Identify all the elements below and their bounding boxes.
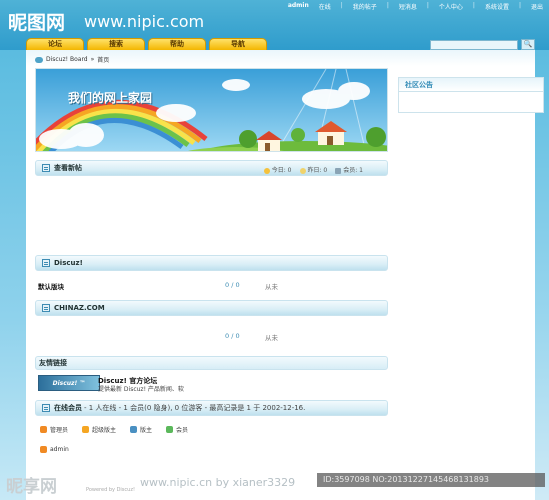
online-user-name[interactable]: admin: [50, 446, 69, 453]
search-icon[interactable]: 🔍: [521, 39, 535, 50]
footer-watermark-logo: 昵享网: [6, 477, 57, 497]
tab-help[interactable]: 帮助: [148, 38, 206, 50]
online-user-row: admin: [40, 446, 69, 453]
stat-members-label: 会员: 1: [343, 167, 363, 174]
legend-moderator-label: 版主: [140, 427, 153, 434]
legend-admin-label: 管理员: [50, 427, 69, 434]
chinaz-category-header: CHINAZ.COM: [35, 300, 388, 316]
new-posts-header: 查看新帖 今日: 0 昨日: 0 会员: 1: [35, 160, 388, 176]
top-navigation: admin 在线 | 我的帖子 | 短消息 | 个人中心 | 系统设置 | 退出: [288, 2, 543, 11]
topnav-online[interactable]: 在线: [319, 2, 331, 11]
breadcrumb-home[interactable]: Discuz! Board: [46, 56, 88, 63]
community-notice-panel: 社区公告: [398, 77, 544, 113]
main-content: Discuz! Board » 首页 我们的网上家园 社区公告 查看新帖 今日:…: [26, 50, 544, 500]
forum-name-default[interactable]: 默认版块: [38, 281, 64, 291]
discuz-category-title[interactable]: Discuz!: [54, 259, 83, 267]
forum-last-chinaz: 从未: [265, 334, 278, 342]
chinaz-category-title[interactable]: CHINAZ.COM: [54, 304, 105, 312]
member-user-icon: [166, 426, 174, 433]
topnav-logout[interactable]: 退出: [531, 2, 543, 11]
search-area: 🔍: [430, 39, 535, 50]
breadcrumb-separator: »: [90, 56, 95, 63]
role-legend: 管理员 超级版主 版主 会员: [40, 425, 188, 434]
banner-image: 我们的网上家园: [35, 68, 388, 152]
online-summary: - 1 人在线 - 1 会员(0 隐身), 0 位游客 - 最高记录是 1 于 …: [84, 404, 306, 412]
admin-user-icon: [40, 446, 47, 453]
topnav-profile[interactable]: 个人中心: [439, 2, 463, 11]
topnav-my-posts[interactable]: 我的帖子: [353, 2, 377, 11]
topnav-divider: |: [386, 2, 389, 9]
footer-copyright: Powered by Discuz!: [86, 487, 135, 493]
forum-stats: 今日: 0 昨日: 0 会员: 1: [263, 165, 363, 174]
legend-super-moderator: 超级版主: [82, 425, 116, 434]
legend-member-label: 会员: [176, 427, 189, 434]
stat-yesterday: 昨日: 0: [299, 165, 328, 174]
online-members-title[interactable]: 在线会员: [54, 403, 82, 413]
watermark-url: www.nipic.com: [84, 12, 205, 31]
breadcrumb-current: 首页: [97, 57, 110, 64]
legend-moderator: 版主: [130, 425, 152, 434]
tab-navigation[interactable]: 导航: [209, 38, 267, 50]
friend-link-logo[interactable]: Discuz! ™: [38, 375, 100, 391]
banner-title: 我们的网上家园: [68, 91, 153, 105]
topnav-username[interactable]: admin: [288, 2, 309, 11]
topnav-divider: |: [340, 2, 343, 9]
new-posts-link[interactable]: 查看新帖: [54, 163, 82, 173]
legend-member: 会员: [166, 425, 188, 434]
friend-links-header: 友情链接: [35, 356, 388, 370]
speech-bubble-icon: [35, 56, 43, 63]
legend-admin: 管理员: [40, 425, 68, 434]
banner-illustration: [36, 69, 387, 151]
topnav-settings[interactable]: 系统设置: [485, 2, 509, 11]
footer-watermark-url: www.nipic.cn by xianer3329: [140, 476, 296, 489]
topnav-messages[interactable]: 短消息: [399, 2, 417, 11]
footer-watermark: 昵享网 www.nipic.cn by xianer3329 ID:359709…: [0, 470, 549, 500]
legend-super-moderator-label: 超级版主: [92, 427, 117, 434]
document-icon: [42, 304, 50, 312]
stat-yesterday-label: 昨日: 0: [307, 167, 328, 174]
tab-search[interactable]: 搜索: [87, 38, 145, 50]
members-icon: [335, 167, 342, 174]
stat-today: 今日: 0: [263, 165, 292, 174]
document-icon: [42, 259, 50, 267]
moderator-user-icon: [130, 426, 138, 433]
sun-icon: [263, 167, 270, 174]
watermark-logo: 昵图网: [8, 12, 66, 34]
document-icon: [42, 404, 50, 412]
tab-forum[interactable]: 论坛: [26, 38, 84, 50]
forum-count-chinaz: 0 / 0: [225, 332, 240, 340]
topnav-divider: |: [518, 2, 521, 9]
main-navbar: 论坛 搜索 帮助 导航: [26, 38, 267, 50]
stat-members: 会员: 1: [335, 165, 363, 174]
discuz-category-header: Discuz!: [35, 255, 388, 271]
moon-icon: [299, 167, 306, 174]
admin-user-icon: [40, 426, 47, 433]
document-icon: [42, 164, 50, 172]
stat-today-label: 今日: 0: [271, 167, 292, 174]
community-notice-title: 社区公告: [399, 78, 543, 92]
super-moderator-user-icon: [82, 426, 90, 433]
friend-link-description: 提供最新 Discuz! 产品新闻、软: [98, 386, 184, 393]
breadcrumb: Discuz! Board » 首页: [35, 55, 109, 64]
footer-image-id: ID:3597098 NO:20131227145468131893: [317, 473, 545, 487]
search-input[interactable]: [430, 39, 518, 50]
topnav-divider: |: [426, 2, 429, 9]
right-background: [535, 50, 549, 500]
online-members-header: 在线会员 - 1 人在线 - 1 会员(0 隐身), 0 位游客 - 最高记录是…: [35, 400, 388, 416]
left-background: [0, 50, 26, 500]
topnav-divider: |: [472, 2, 475, 9]
forum-last-default: 从未: [265, 283, 278, 291]
forum-count-default: 0 / 0: [225, 281, 240, 289]
